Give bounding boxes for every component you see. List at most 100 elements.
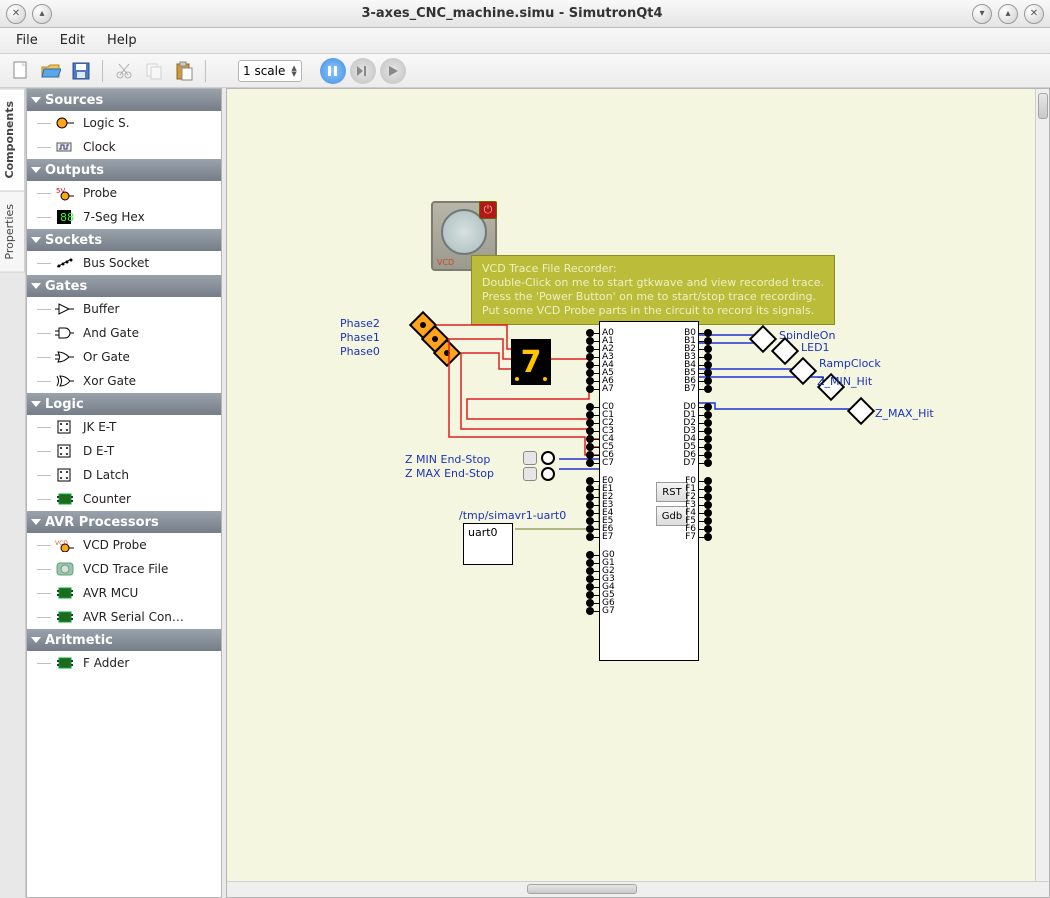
vcd-power-button[interactable]: ⏻ bbox=[479, 201, 497, 219]
side-tab-components[interactable]: Components bbox=[0, 88, 25, 191]
open-folder-icon bbox=[41, 62, 61, 80]
component-item[interactable]: Bus Socket bbox=[27, 251, 221, 275]
maximize-button[interactable]: ▴ bbox=[998, 4, 1018, 24]
probe-zmax-hit[interactable] bbox=[847, 397, 875, 425]
close-button[interactable]: ✕ bbox=[1024, 4, 1044, 24]
z-min-endstop-button[interactable] bbox=[523, 451, 537, 465]
category-header[interactable]: Outputs bbox=[27, 159, 221, 181]
pin-label: E7 bbox=[600, 532, 615, 542]
category-header[interactable]: Aritmetic bbox=[27, 629, 221, 651]
probe-rampclock[interactable] bbox=[789, 357, 817, 385]
menu-file[interactable]: File bbox=[6, 31, 48, 50]
side-tab-properties[interactable]: Properties bbox=[0, 191, 25, 273]
open-file-button[interactable] bbox=[38, 58, 64, 84]
component-item[interactable]: Logic S. bbox=[27, 111, 221, 135]
component-label: Counter bbox=[83, 492, 131, 506]
component-item[interactable]: Clock bbox=[27, 135, 221, 159]
logic-src-icon bbox=[55, 115, 75, 131]
schematic-canvas[interactable]: VCD ⏻ VCD Trace File Recorder: Double-Cl… bbox=[227, 89, 1049, 881]
sim-play-button[interactable] bbox=[380, 58, 406, 84]
mcu-pin-C7[interactable]: C7 bbox=[586, 458, 616, 468]
copy-button[interactable] bbox=[141, 58, 167, 84]
pin-dot-icon bbox=[586, 385, 594, 393]
vscroll-thumb[interactable] bbox=[1038, 93, 1048, 119]
new-file-button[interactable] bbox=[8, 58, 34, 84]
paste-button[interactable] bbox=[171, 58, 197, 84]
component-item[interactable]: F Adder bbox=[27, 651, 221, 675]
ff-icon bbox=[55, 443, 75, 459]
sim-pause-button[interactable] bbox=[320, 58, 346, 84]
canvas-vertical-scrollbar[interactable] bbox=[1035, 89, 1049, 881]
save-button[interactable] bbox=[68, 58, 94, 84]
component-item[interactable]: AVR MCU bbox=[27, 581, 221, 605]
component-panel[interactable]: SourcesLogic S. Clock Outputs5VProbe887-Se… bbox=[26, 88, 222, 898]
component-item[interactable]: Xor Gate bbox=[27, 369, 221, 393]
chip-icon bbox=[55, 491, 75, 507]
sim-step-button[interactable] bbox=[350, 58, 376, 84]
phase1-label: Phase1 bbox=[340, 331, 380, 344]
uart-name: uart0 bbox=[468, 526, 498, 539]
component-item[interactable]: Or Gate bbox=[27, 345, 221, 369]
mcu-pin-E7[interactable]: E7 bbox=[586, 532, 615, 542]
scale-spinner[interactable]: ▲▼ bbox=[291, 65, 296, 77]
canvas-container: VCD ⏻ VCD Trace File Recorder: Double-Cl… bbox=[226, 88, 1050, 898]
category-title: AVR Processors bbox=[45, 515, 159, 530]
component-label: JK E-T bbox=[83, 420, 116, 434]
component-item[interactable]: 5VProbe bbox=[27, 181, 221, 205]
component-label: Probe bbox=[83, 186, 117, 200]
menu-help[interactable]: Help bbox=[97, 31, 147, 50]
copy-icon bbox=[145, 62, 163, 80]
canvas-horizontal-scrollbar[interactable] bbox=[227, 881, 1049, 897]
vcd-trace-icon bbox=[55, 561, 75, 577]
paste-icon bbox=[175, 61, 193, 81]
category-header[interactable]: Sockets bbox=[27, 229, 221, 251]
seven-seg-display[interactable]: 7 bbox=[511, 339, 551, 385]
category-header[interactable]: Logic bbox=[27, 393, 221, 415]
uart-terminal[interactable]: uart0 bbox=[463, 523, 513, 565]
mcu-pin-A7[interactable]: A7 bbox=[586, 384, 616, 394]
scale-selector[interactable]: 1 scale ▲▼ bbox=[238, 60, 302, 82]
step-icon bbox=[356, 65, 370, 77]
avr-mcu[interactable]: RST Gdb A0A1A2A3A4A5A6A7C0C1C2C3C4C5C6C7… bbox=[599, 321, 699, 661]
cut-button[interactable] bbox=[111, 58, 137, 84]
mcu-pin-F7[interactable]: F7 bbox=[683, 532, 712, 542]
component-label: AVR MCU bbox=[83, 586, 138, 600]
component-item[interactable]: JK E-T bbox=[27, 415, 221, 439]
component-item[interactable]: Counter bbox=[27, 487, 221, 511]
component-item[interactable]: D Latch bbox=[27, 463, 221, 487]
chevron-down-icon bbox=[31, 283, 41, 289]
component-item[interactable]: D E-T bbox=[27, 439, 221, 463]
svg-text:88: 88 bbox=[60, 211, 74, 224]
vcd-tooltip: VCD Trace File Recorder: Double-Click on… bbox=[471, 255, 835, 325]
pause-icon bbox=[327, 65, 339, 77]
category-header[interactable]: Sources bbox=[27, 89, 221, 111]
mcu-pin-G7[interactable]: G7 bbox=[586, 606, 617, 616]
component-label: Clock bbox=[83, 140, 116, 154]
save-icon bbox=[72, 62, 90, 80]
z-min-endstop-indicator bbox=[541, 451, 555, 465]
mcu-pin-B7[interactable]: B7 bbox=[682, 384, 712, 394]
chip-icon bbox=[55, 655, 75, 671]
chevron-down-icon bbox=[31, 167, 41, 173]
component-item[interactable]: And Gate bbox=[27, 321, 221, 345]
hscroll-thumb[interactable] bbox=[527, 884, 637, 894]
or-icon bbox=[55, 349, 75, 365]
pin-dot-icon bbox=[586, 607, 594, 615]
component-item[interactable]: AVR Serial Con… bbox=[27, 605, 221, 629]
component-item[interactable]: VCDVCD Probe bbox=[27, 533, 221, 557]
app-menu-button[interactable]: ✕ bbox=[6, 4, 26, 24]
component-item[interactable]: 887-Seg Hex bbox=[27, 205, 221, 229]
category-header[interactable]: AVR Processors bbox=[27, 511, 221, 533]
component-item[interactable]: VCD Trace File bbox=[27, 557, 221, 581]
minimize-button[interactable]: ▾ bbox=[972, 4, 992, 24]
category-header[interactable]: Gates bbox=[27, 275, 221, 297]
z-max-endstop-button[interactable] bbox=[523, 467, 537, 481]
mcu-pin-D7[interactable]: D7 bbox=[681, 458, 712, 468]
shade-button[interactable]: ▴ bbox=[32, 4, 52, 24]
menu-edit[interactable]: Edit bbox=[50, 31, 95, 50]
ff-icon bbox=[55, 419, 75, 435]
category-title: Logic bbox=[45, 397, 84, 412]
clock-icon bbox=[55, 139, 75, 155]
component-item[interactable]: Buffer bbox=[27, 297, 221, 321]
canvas-viewport[interactable]: VCD ⏻ VCD Trace File Recorder: Double-Cl… bbox=[227, 89, 1049, 881]
